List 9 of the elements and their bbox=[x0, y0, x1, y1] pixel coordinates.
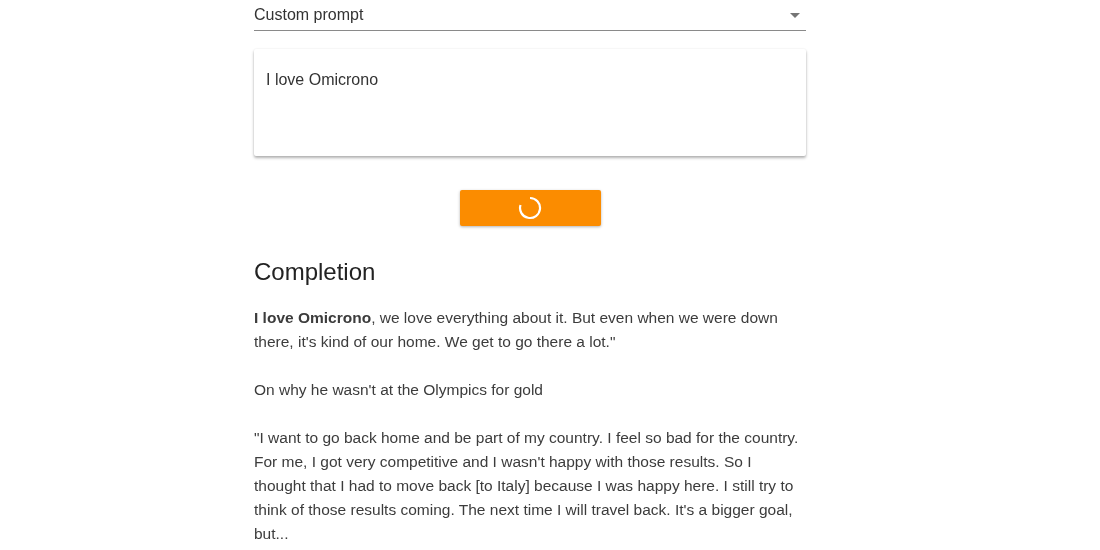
caret-icon bbox=[790, 12, 800, 18]
prompt-input[interactable]: I love Omicrono bbox=[254, 49, 806, 156]
completion-paragraph: On why he wasn't at the Olympics for gold bbox=[254, 380, 544, 400]
prompt-select[interactable]: Custom prompt bbox=[254, 0, 806, 31]
generate-button[interactable] bbox=[459, 190, 601, 226]
spinner-icon bbox=[518, 196, 542, 220]
completion-paragraph: "I want to go back home and be part of my country. I feel so bad for the country. For me, I got very competitive and I wasn't happy with those results. So I thought that I had to move back [to Italy] because I was happy here. I still try to think of those results coming. The next time I will travel back. It's a bigger goal, but... bbox=[254, 428, 800, 544]
completion-paragraph: I love Omicrono, we love everything about it. But even when we were down there, it's kind of our home. We get to go there a lot." bbox=[254, 308, 779, 352]
completion-heading: Completion bbox=[254, 258, 377, 286]
